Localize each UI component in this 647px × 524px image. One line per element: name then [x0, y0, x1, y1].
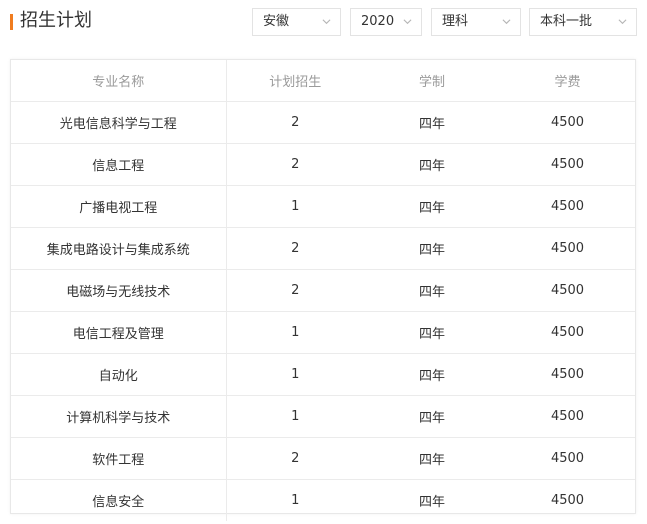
table-row: 集成电路设计与集成系统 2 四年 4500 [11, 227, 635, 270]
table-row: 信息安全 1 四年 4500 [11, 479, 635, 521]
cell-duration: 四年 [364, 269, 500, 312]
chevron-down-icon [502, 19, 511, 25]
table-row: 自动化 1 四年 4500 [11, 353, 635, 396]
cell-major-name: 软件工程 [11, 437, 227, 480]
cell-planned-enrollment: 1 [226, 395, 364, 438]
header-planned-enrollment: 计划招生 [226, 60, 364, 102]
cell-duration: 四年 [364, 395, 500, 438]
table-row: 软件工程 2 四年 4500 [11, 437, 635, 480]
batch-select[interactable]: 本科一批 [529, 8, 637, 36]
cell-planned-enrollment: 1 [226, 185, 364, 228]
header-duration: 学制 [364, 60, 500, 102]
cell-tuition: 4500 [500, 353, 635, 396]
table-row: 光电信息科学与工程 2 四年 4500 [11, 101, 635, 144]
cell-duration: 四年 [418, 495, 445, 510]
cell-tuition: 4500 [500, 269, 635, 312]
cell-planned-enrollment: 1 [291, 493, 300, 508]
enrollment-plan-table: 专业名称 计划招生 学制 学费 光电信息科学与工程 2 四年 4500 信息工程… [10, 59, 636, 521]
cell-planned-enrollment: 1 [226, 353, 364, 396]
header-tuition: 学费 [500, 60, 635, 102]
cell-duration: 四年 [364, 311, 500, 354]
header-major-name: 专业名称 [11, 60, 227, 102]
table-row: 广播电视工程 1 四年 4500 [11, 185, 635, 228]
cell-duration: 四年 [364, 185, 500, 228]
cell-duration: 四年 [364, 227, 500, 270]
province-select[interactable]: 安徽 [252, 8, 341, 36]
cell-planned-enrollment: 2 [226, 437, 364, 480]
cell-major-name: 信息安全 [11, 479, 227, 521]
table-header-row: 专业名称 计划招生 学制 学费 [11, 60, 635, 102]
subject-select[interactable]: 理科 [431, 8, 521, 36]
table-row: 计算机科学与技术 1 四年 4500 [11, 395, 635, 438]
page-header: 招生计划 安徽 2020 理科 本科一批 [0, 0, 647, 44]
cell-planned-enrollment: 2 [226, 269, 364, 312]
page-title: 招生计划 [20, 10, 92, 31]
year-select-value: 2020 [361, 14, 395, 29]
cell-major-name: 集成电路设计与集成系统 [11, 227, 227, 270]
cell-duration: 四年 [364, 437, 500, 480]
cell-major-name: 电磁场与无线技术 [11, 269, 227, 312]
province-select-value: 安徽 [263, 14, 290, 29]
cell-planned-enrollment: 2 [226, 227, 364, 270]
enrollment-table: 专业名称 计划招生 学制 学费 光电信息科学与工程 2 四年 4500 信息工程… [11, 60, 635, 521]
cell-planned-enrollment: 2 [226, 143, 364, 186]
cell-major-name: 计算机科学与技术 [11, 395, 227, 438]
cell-duration: 四年 [364, 353, 500, 396]
cell-tuition: 4500 [500, 437, 635, 480]
table-row: 电磁场与无线技术 2 四年 4500 [11, 269, 635, 312]
chevron-down-icon [322, 19, 331, 25]
cell-major-name: 信息工程 [11, 143, 227, 186]
cell-tuition: 4500 [500, 227, 635, 270]
chevron-down-icon [403, 19, 412, 25]
cell-duration: 四年 [364, 143, 500, 186]
cell-tuition: 4500 [500, 143, 635, 186]
cell-tuition: 4500 [500, 101, 635, 144]
cell-tuition: 4500 [500, 185, 635, 228]
cell-major-name: 光电信息科学与工程 [11, 101, 227, 144]
title-accent-bar [10, 14, 13, 30]
cell-planned-enrollment: 2 [226, 101, 364, 144]
batch-select-value: 本科一批 [540, 14, 593, 29]
year-select[interactable]: 2020 [350, 8, 422, 36]
cell-planned-enrollment: 1 [226, 311, 364, 354]
cell-tuition: 4500 [500, 311, 635, 354]
subject-select-value: 理科 [442, 14, 469, 29]
cell-tuition: 4500 [500, 395, 635, 438]
cell-tuition: 4500 [550, 493, 585, 508]
cell-duration: 四年 [364, 101, 500, 144]
chevron-down-icon [618, 19, 627, 25]
cell-major-name: 自动化 [11, 353, 227, 396]
cell-major-name: 电信工程及管理 [11, 311, 227, 354]
table-row: 信息工程 2 四年 4500 [11, 143, 635, 186]
cell-major-name: 广播电视工程 [11, 185, 227, 228]
table-row: 电信工程及管理 1 四年 4500 [11, 311, 635, 354]
